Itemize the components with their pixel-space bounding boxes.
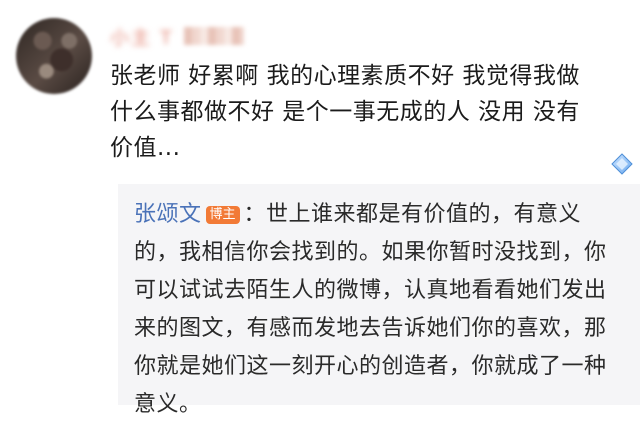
reply-content: 张颂文 博主 ：世上谁来都是有价值的，有意义的，我相信你会找到的。如果你暂时没找到，… (134, 196, 624, 424)
reply-separator: ： (243, 202, 267, 227)
blogger-badge: 博主 (205, 206, 240, 224)
reply-text: 世上谁来都是有价值的，有意义的，我相信你会找到的。如果你暂时没找到，你可以试试去… (134, 202, 607, 417)
username-blur (183, 27, 244, 45)
avatar[interactable] (16, 18, 92, 94)
diamond-sticker-icon (611, 153, 633, 175)
comment-username[interactable]: 小主 T (110, 22, 244, 50)
comment-body: 张老师 好累啊 我的心理素质不好 我觉得我做 什么事都做不好 是个一事无成的人 … (110, 63, 580, 161)
reply-author-link[interactable]: 张颂文 (134, 202, 202, 227)
username-text[interactable]: 小主 T (110, 23, 174, 50)
